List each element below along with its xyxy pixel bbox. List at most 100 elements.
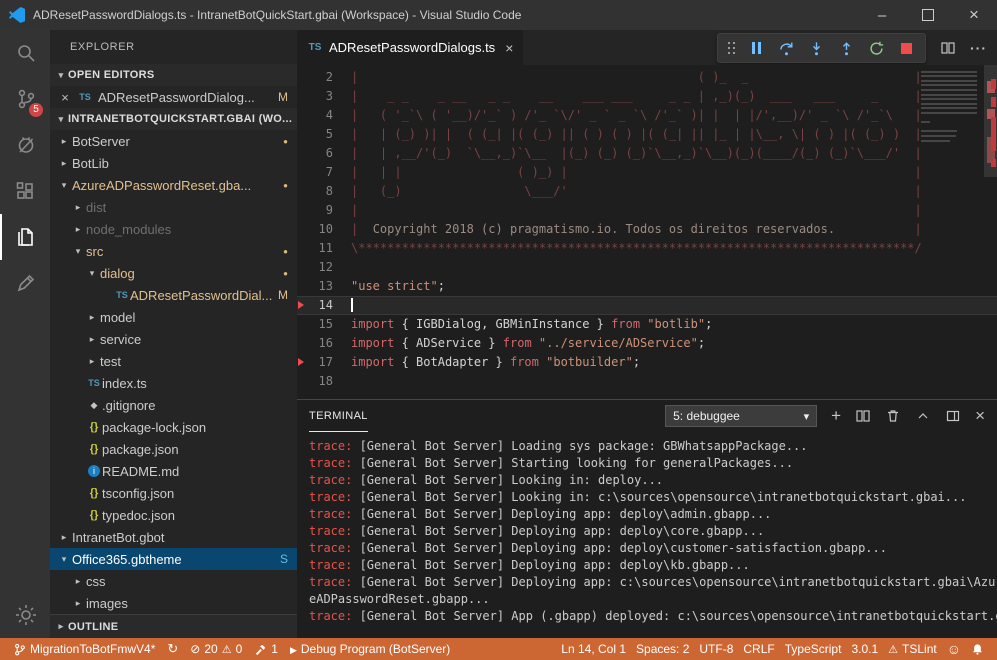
step-into-button[interactable]: [807, 39, 825, 57]
tree-item-images[interactable]: ▸images: [50, 592, 297, 614]
tree-item-model[interactable]: ▸model: [50, 306, 297, 328]
notifications-item[interactable]: [966, 643, 989, 656]
code-line-17[interactable]: 17import { BotAdapter } from "botbuilder…: [297, 353, 997, 372]
ts-version-item[interactable]: 3.0.1: [846, 642, 883, 656]
code-line-14[interactable]: 14: [297, 296, 997, 315]
line-number[interactable]: 10: [297, 220, 333, 239]
encoding-item[interactable]: UTF-8: [694, 642, 738, 656]
tree-item-index-ts[interactable]: TSindex.ts: [50, 372, 297, 394]
outline-header[interactable]: ▸ OUTLINE: [50, 614, 297, 638]
code-line-3[interactable]: 3| _ _ _ __ _ _ __ ___ ___ _ _ | ,_)(_) …: [297, 87, 997, 106]
line-number[interactable]: 12: [297, 258, 333, 277]
tree-item-package-lock-json[interactable]: {}package-lock.json: [50, 416, 297, 438]
step-over-button[interactable]: [777, 39, 795, 57]
line-number[interactable]: 13: [297, 277, 333, 296]
close-button[interactable]: [951, 0, 997, 30]
line-number[interactable]: 7: [297, 163, 333, 182]
code-line-4[interactable]: 4| ( '_`\ ( '__)/'_` ) /'_ `\/' _ ` _ `\…: [297, 106, 997, 125]
edit-view-button[interactable]: [0, 260, 50, 306]
line-number[interactable]: 16: [297, 334, 333, 353]
tree-item-readme-md[interactable]: iREADME.md: [50, 460, 297, 482]
code-line-2[interactable]: 2| ( )_ _ |: [297, 68, 997, 87]
explorer-button[interactable]: [0, 214, 50, 260]
extensions-button[interactable]: [0, 168, 50, 214]
indentation-item[interactable]: Spaces: 2: [631, 642, 694, 656]
split-editor-icon[interactable]: [940, 40, 956, 56]
tab-close-icon[interactable]: ×: [505, 40, 513, 56]
eol-item[interactable]: CRLF: [738, 642, 779, 656]
line-number[interactable]: 11: [297, 239, 333, 258]
new-terminal-icon[interactable]: [831, 409, 841, 424]
tree-item-botlib[interactable]: ▸BotLib: [50, 152, 297, 174]
code-line-15[interactable]: 15import { IGBDialog, GBMinInstance } fr…: [297, 315, 997, 334]
tree-item-node-modules[interactable]: ▸node_modules: [50, 218, 297, 240]
line-number[interactable]: 15: [297, 315, 333, 334]
stop-button[interactable]: [897, 39, 915, 57]
tree-item-office365-gbtheme[interactable]: ▾Office365.gbthemeS: [50, 548, 297, 570]
tree-item-intranetbot-gbot[interactable]: ▸IntranetBot.gbot: [50, 526, 297, 548]
minimize-button[interactable]: [859, 0, 905, 30]
tree-item-dialog[interactable]: ▾dialog●: [50, 262, 297, 284]
kill-terminal-icon[interactable]: [885, 408, 901, 424]
tree-item-typedoc-json[interactable]: {}typedoc.json: [50, 504, 297, 526]
open-editor-item[interactable]: × TS ADResetPasswordDialog... M: [50, 86, 297, 108]
tree-item-service[interactable]: ▸service: [50, 328, 297, 350]
editor-tab-active[interactable]: TS ADResetPasswordDialogs.ts ×: [297, 30, 523, 65]
git-branch-item[interactable]: MigrationToBotFmwV4*: [8, 642, 160, 656]
tree-item-dist[interactable]: ▸dist: [50, 196, 297, 218]
code-line-13[interactable]: 13"use strict";: [297, 277, 997, 296]
code-line-8[interactable]: 8| (_) \___/' |: [297, 182, 997, 201]
code-line-18[interactable]: 18: [297, 372, 997, 391]
search-button[interactable]: [0, 30, 50, 76]
terminal-tab[interactable]: TERMINAL: [309, 400, 368, 432]
tree-item-gitignore[interactable]: ◆.gitignore: [50, 394, 297, 416]
step-out-button[interactable]: [837, 39, 855, 57]
feedback-item[interactable]: [942, 641, 966, 657]
code-line-10[interactable]: 10| Copyright 2018 (c) pragmatismo.io. T…: [297, 220, 997, 239]
sync-item[interactable]: [162, 641, 183, 657]
line-number[interactable]: 5: [297, 125, 333, 144]
terminal-output[interactable]: trace: [General Bot Server] Loading sys …: [297, 432, 997, 638]
maximize-panel-icon[interactable]: [915, 408, 931, 424]
line-number[interactable]: 4: [297, 106, 333, 125]
tree-item-css[interactable]: ▸css: [50, 570, 297, 592]
code-line-9[interactable]: 9| |: [297, 201, 997, 220]
code-line-7[interactable]: 7| | | ( )_) | |: [297, 163, 997, 182]
tree-item-azureadpasswordreset-gba[interactable]: ▾AzureADPasswordReset.gba...●: [50, 174, 297, 196]
minimap[interactable]: [921, 68, 983, 399]
open-editors-header[interactable]: ▾ OPEN EDITORS: [50, 64, 297, 86]
line-number[interactable]: 2: [297, 68, 333, 87]
code-line-5[interactable]: 5| | (_) )| | ( (_| |( (_) || ( ) ( ) |(…: [297, 125, 997, 144]
debug-status-item[interactable]: Debug Program (BotServer): [285, 642, 455, 656]
drag-handle-icon[interactable]: [728, 42, 735, 55]
move-panel-icon[interactable]: [945, 408, 961, 424]
line-number[interactable]: 9: [297, 201, 333, 220]
tree-item-adresetpassworddial[interactable]: TSADResetPasswordDial...M: [50, 284, 297, 306]
tslint-item[interactable]: TSLint: [883, 642, 942, 656]
code-line-11[interactable]: 11\*************************************…: [297, 239, 997, 258]
line-number[interactable]: 6: [297, 144, 333, 163]
tree-item-tsconfig-json[interactable]: {}tsconfig.json: [50, 482, 297, 504]
source-control-button[interactable]: 5: [0, 76, 50, 122]
close-editor-icon[interactable]: ×: [58, 90, 72, 105]
line-number[interactable]: 8: [297, 182, 333, 201]
debug-button[interactable]: [0, 122, 50, 168]
code-editor[interactable]: 2| ( )_ _ |3| _ _ _ __ _ _ __ ___ ___ _ …: [297, 65, 997, 399]
workspace-header[interactable]: ▾ INTRANETBOTQUICKSTART.GBAI (WO...: [50, 108, 297, 130]
pause-button[interactable]: [747, 39, 765, 57]
terminal-selector[interactable]: 5: debuggee: [665, 405, 817, 427]
restart-button[interactable]: [867, 39, 885, 57]
tree-item-botserver[interactable]: ▸BotServer●: [50, 130, 297, 152]
more-actions-icon[interactable]: [970, 40, 987, 56]
problems-item[interactable]: 20 0: [185, 642, 247, 656]
tree-item-package-json[interactable]: {}package.json: [50, 438, 297, 460]
line-number[interactable]: 3: [297, 87, 333, 106]
maximize-button[interactable]: [905, 0, 951, 30]
split-terminal-icon[interactable]: [855, 408, 871, 424]
code-line-6[interactable]: 6| | ,__/'(_) `\__,_)`\__ |(_) (_) (_)`\…: [297, 144, 997, 163]
code-line-12[interactable]: 12: [297, 258, 997, 277]
code-line-16[interactable]: 16import { ADService } from "../service/…: [297, 334, 997, 353]
cursor-position-item[interactable]: Ln 14, Col 1: [556, 642, 631, 656]
line-number[interactable]: 18: [297, 372, 333, 391]
language-item[interactable]: TypeScript: [780, 642, 847, 656]
